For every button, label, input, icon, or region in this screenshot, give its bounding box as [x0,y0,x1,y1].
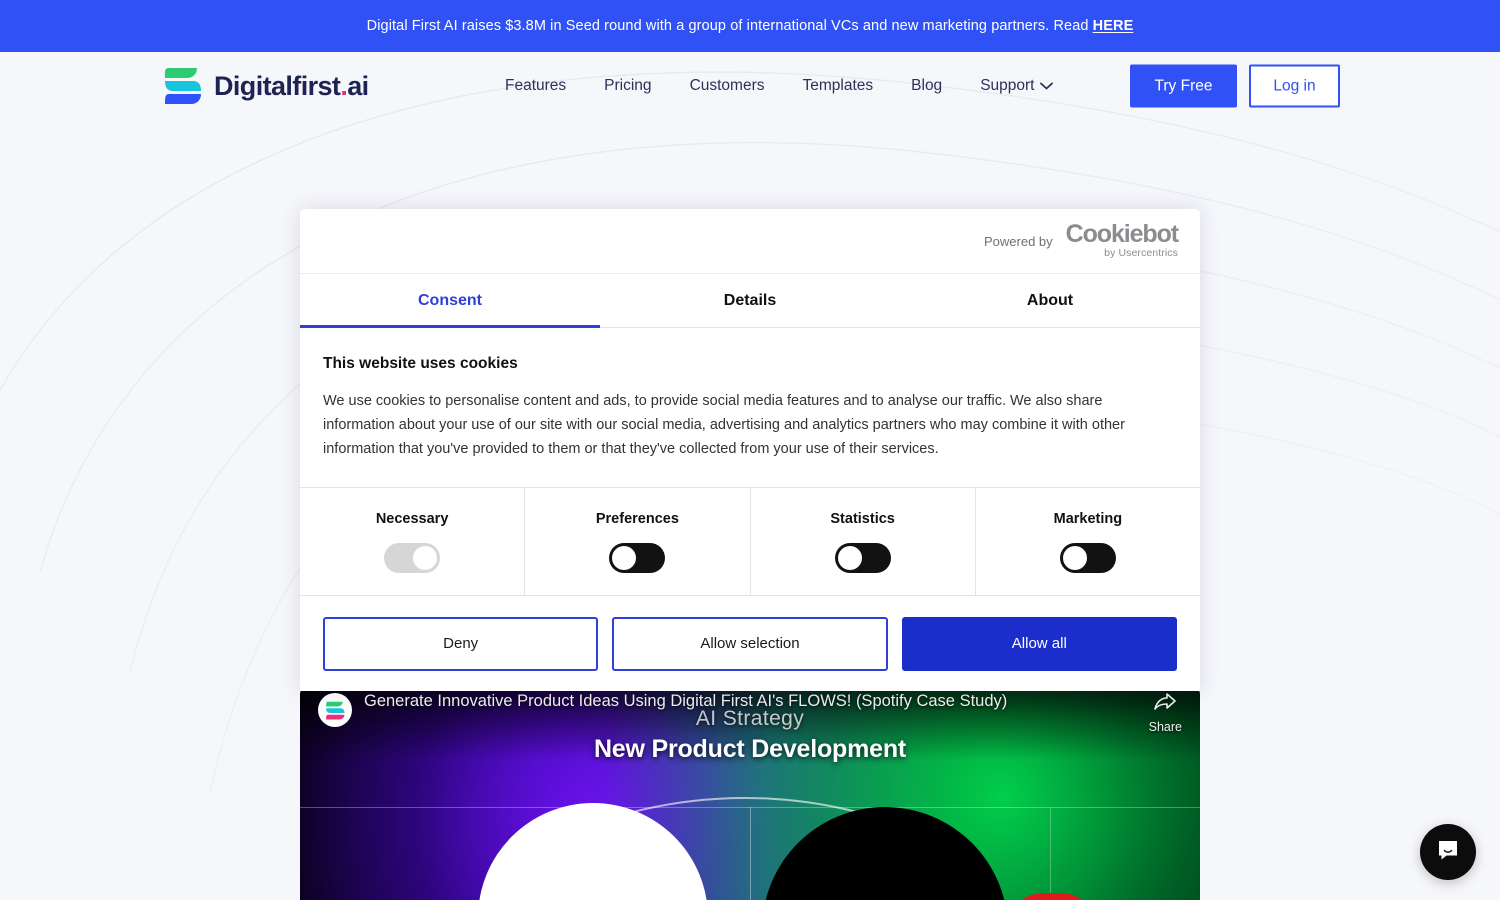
brand-name-main: Digitalfirst [214,70,341,101]
nav-item-blog[interactable]: Blog [911,77,942,95]
video-title-row: Generate Innovative Product Ideas Using … [318,691,1138,727]
channel-avatar[interactable] [318,693,352,727]
video-decor-vline-2 [1050,807,1051,900]
brand-name-suffix: ai [347,70,369,101]
chevron-down-icon [1040,77,1054,95]
toggle-necessary-knob [413,545,438,570]
cookiebot-subtitle: by Usercentrics [1104,246,1178,259]
category-necessary: Necessary [300,488,526,596]
category-statistics: Statistics [751,488,976,596]
allow-all-button[interactable]: Allow all [901,616,1177,671]
dialog-tabs: Consent Details About [300,274,1200,328]
site-header: Digitalfirst.ai Features Pricing Custome… [0,52,1500,120]
category-preferences-label: Preferences [595,510,679,527]
tab-about[interactable]: About [900,274,1200,327]
toggle-preferences[interactable] [609,542,666,573]
tab-consent[interactable]: Consent [300,274,600,328]
video-share-label: Share [1148,720,1182,734]
main-navigation: Features Pricing Customers Templates Blo… [505,77,1054,95]
cookiebot-name: Cookiebot [1065,220,1179,249]
dialog-actions: Deny Allow selection Allow all [300,596,1200,691]
nav-item-pricing[interactable]: Pricing [604,77,651,95]
youtube-video-embed[interactable]: AI Strategy New Product Development Gene… [300,685,1200,900]
toggle-necessary [384,542,441,573]
toggle-statistics[interactable] [834,542,891,573]
log-in-button[interactable]: Log in [1249,64,1340,108]
cookie-category-toggles: Necessary Preferences Statistics Marketi… [300,488,1200,597]
nav-item-templates[interactable]: Templates [803,77,874,95]
category-marketing: Marketing [976,488,1200,595]
video-share-button[interactable]: Share [1149,693,1182,734]
nav-item-features[interactable]: Features [505,77,566,95]
share-icon [1154,693,1177,716]
dialog-body: This website uses cookies We use cookies… [300,328,1200,489]
cookiebot-brandbar: Powered by Cookiebot by Usercentrics [300,209,1200,274]
intercom-chat-launcher[interactable] [1420,824,1476,880]
cookiebot-logo[interactable]: Cookiebot by Usercentrics [1065,220,1179,259]
toggle-statistics-knob [837,545,862,570]
deny-button[interactable]: Deny [323,616,599,671]
video-decor-red-shape [1018,893,1086,900]
nav-item-support-label: Support [980,77,1035,94]
category-statistics-label: Statistics [830,510,895,527]
category-preferences: Preferences [525,488,751,596]
toggle-marketing[interactable] [1059,542,1116,573]
brand-wordmark: Digitalfirst.ai [214,71,369,102]
toggle-preferences-knob [612,545,637,570]
tab-details[interactable]: Details [600,274,900,327]
digitalfirst-logo-icon [163,64,203,108]
header-actions: Try Free Log in [1130,64,1340,108]
powered-by-label: Powered by [984,233,1053,249]
nav-item-support[interactable]: Support [980,77,1054,95]
category-marketing-label: Marketing [1053,510,1123,527]
brand-logo[interactable]: Digitalfirst.ai [163,64,369,108]
announcement-text: Digital First AI raises $3.8M in Seed ro… [367,18,1134,34]
allow-selection-button[interactable]: Allow selection [612,616,888,671]
video-title[interactable]: Generate Innovative Product Ideas Using … [364,691,1007,712]
toggle-marketing-knob [1062,545,1087,570]
cookie-consent-dialog: Powered by Cookiebot by Usercentrics Con… [300,209,1200,691]
dialog-heading: This website uses cookies [323,355,518,372]
try-free-button[interactable]: Try Free [1130,64,1237,108]
announcement-banner: Digital First AI raises $3.8M in Seed ro… [0,0,1500,52]
intercom-chat-icon [1435,837,1461,868]
announcement-message: Digital First AI raises $3.8M in Seed ro… [366,18,1093,34]
video-overlay-heading: New Product Development [593,735,907,763]
nav-item-customers[interactable]: Customers [690,77,765,95]
announcement-here-link[interactable]: HERE [1093,18,1134,34]
category-necessary-label: Necessary [375,510,449,527]
dialog-description: We use cookies to personalise content an… [323,393,1125,458]
